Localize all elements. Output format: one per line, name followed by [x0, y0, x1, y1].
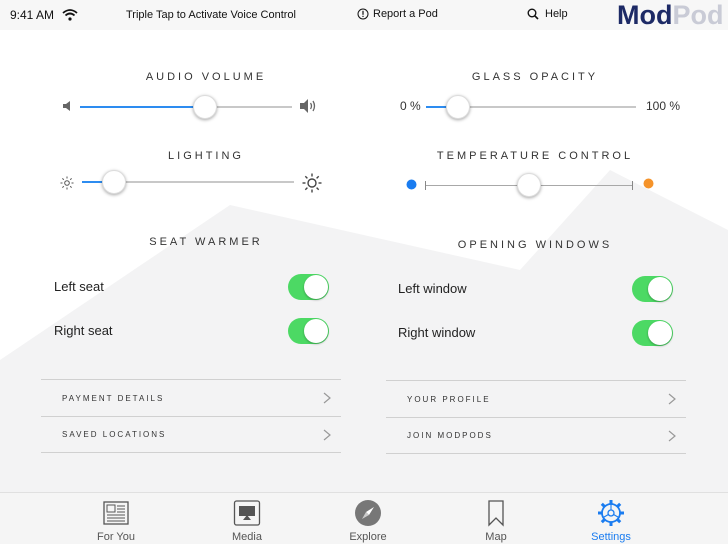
seat-warmer-label: SEAT WARMER [149, 236, 263, 248]
join-modpods-label: JOIN MODPODS [407, 431, 493, 440]
report-pod-button[interactable]: Report a Pod [357, 8, 438, 20]
payment-details-item[interactable]: PAYMENT DETAILS [41, 380, 341, 416]
alert-icon [357, 8, 369, 20]
glass-opacity-min: 0 % [400, 99, 421, 113]
payment-details-label: PAYMENT DETAILS [62, 393, 165, 403]
chevron-right-icon [323, 392, 331, 404]
join-modpods-item[interactable]: JOIN MODPODS [386, 417, 686, 453]
volume-low-icon [63, 101, 70, 111]
tab-settings-label: Settings [591, 531, 631, 543]
clock: 9:41 AM [10, 8, 55, 22]
left-window-toggle[interactable] [632, 276, 673, 302]
news-icon [103, 501, 129, 525]
brightness-high-icon [302, 173, 322, 193]
account-menu-right: YOUR PROFILE JOIN MODPODS [386, 380, 686, 454]
left-window-label: Left window [398, 281, 467, 296]
saved-locations-item[interactable]: SAVED LOCATIONS [41, 416, 341, 452]
audio-volume-label: AUDIO VOLUME [145, 71, 267, 83]
tab-map[interactable]: Map [451, 493, 541, 544]
right-window-toggle[interactable] [632, 320, 673, 346]
glass-opacity-label: GLASS OPACITY [471, 71, 599, 83]
slider-thumb[interactable] [101, 170, 126, 194]
chevron-right-icon [668, 393, 676, 405]
brightness-low-icon [60, 176, 74, 190]
lighting-slider[interactable] [82, 167, 294, 197]
cold-indicator-icon [406, 179, 417, 190]
tab-explore[interactable]: Explore [323, 493, 413, 544]
tab-map-label: Map [485, 531, 507, 543]
your-profile-label: YOUR PROFILE [407, 394, 491, 404]
compass-icon [355, 500, 381, 526]
right-window-label: Right window [398, 325, 476, 340]
gear-icon [598, 500, 624, 526]
screen-icon [233, 500, 261, 526]
opening-windows-label: OPENING WINDOWS [457, 239, 613, 251]
glass-opacity-max: 100 % [646, 99, 681, 113]
tab-media[interactable]: Media [202, 493, 292, 544]
help-button[interactable]: Help [527, 8, 568, 20]
account-menu-left: PAYMENT DETAILS SAVED LOCATIONS [41, 379, 341, 453]
volume-high-icon [300, 99, 316, 113]
your-profile-item[interactable]: YOUR PROFILE [386, 381, 686, 417]
temperature-control-label: TEMPERATURE CONTROL [436, 150, 634, 162]
right-seat-label: Right seat [54, 323, 113, 338]
slider-thumb[interactable] [517, 173, 541, 197]
tab-media-label: Media [232, 531, 262, 543]
chevron-right-icon [668, 430, 676, 442]
tab-for-you[interactable]: For You [71, 493, 161, 544]
audio-volume-slider[interactable] [80, 92, 292, 122]
search-icon [527, 8, 539, 20]
help-label: Help [545, 8, 568, 20]
lighting-label: LIGHTING [168, 150, 244, 162]
temperature-slider[interactable] [425, 170, 633, 200]
glass-opacity-slider[interactable] [426, 92, 636, 122]
status-bar: 9:41 AM Triple Tap to Activate Voice Con… [0, 0, 728, 30]
hot-indicator-icon [643, 178, 654, 189]
left-seat-toggle[interactable] [288, 274, 329, 300]
tab-explore-label: Explore [349, 531, 387, 543]
saved-locations-label: SAVED LOCATIONS [62, 430, 167, 439]
bookmark-icon [488, 500, 504, 527]
slider-thumb[interactable] [445, 95, 470, 119]
tab-for-you-label: For You [97, 531, 135, 543]
chevron-right-icon [323, 429, 331, 441]
slider-thumb[interactable] [193, 95, 218, 119]
wifi-icon [62, 9, 78, 21]
tab-bar: For You Media Explore Map Settings [0, 492, 728, 544]
modpod-logo: ModPod [617, 0, 724, 30]
right-seat-toggle[interactable] [288, 318, 329, 344]
left-seat-label: Left seat [54, 279, 104, 294]
tab-settings[interactable]: Settings [566, 493, 656, 544]
voice-control-hint[interactable]: Triple Tap to Activate Voice Control [126, 9, 296, 21]
report-pod-label: Report a Pod [373, 8, 438, 20]
